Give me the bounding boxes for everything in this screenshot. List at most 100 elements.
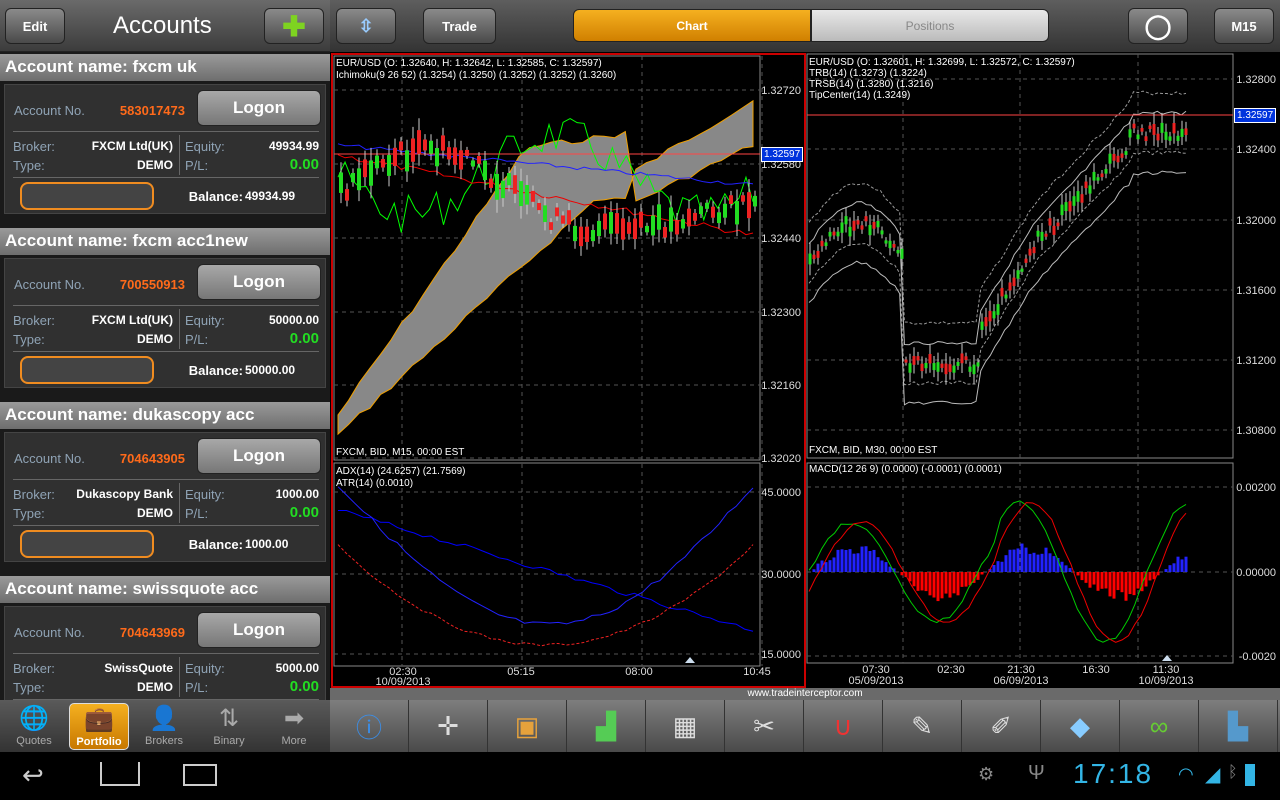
chart-building-tool-button[interactable]: ▙	[1199, 700, 1278, 752]
candle	[832, 231, 836, 236]
nav-quotes[interactable]: 🌐 Quotes	[4, 703, 64, 750]
x-tick: 02:30	[937, 664, 965, 676]
candle	[375, 155, 379, 169]
atr-info: ATR(14) (0.0010)	[336, 478, 414, 489]
tab-positions[interactable]: Positions	[811, 9, 1049, 42]
account-no: 583017473	[119, 103, 185, 118]
candle	[711, 206, 715, 218]
account-action-button[interactable]	[20, 530, 154, 558]
macd-histogram-bar	[1164, 569, 1168, 572]
broker-label: Broker:	[13, 139, 55, 154]
candle	[936, 362, 940, 372]
nav-label: Portfolio	[76, 736, 122, 748]
pencil-ruler-tool-button[interactable]: ✎	[883, 700, 962, 752]
crosshair-tool-button[interactable]: ✛	[409, 700, 488, 752]
macd-histogram-bar	[1176, 556, 1180, 572]
macd-histogram-bar	[1108, 572, 1112, 597]
recent-apps-icon[interactable]	[183, 764, 217, 786]
equity: 49934.99	[268, 139, 319, 153]
tab-chart[interactable]: Chart	[573, 9, 811, 42]
grid-icon: ▦	[672, 710, 698, 741]
candle	[1140, 128, 1144, 132]
nav-more[interactable]: ➡ More	[264, 703, 324, 750]
magnet-icon: ∪	[833, 710, 853, 741]
account-action-button[interactable]	[20, 356, 154, 384]
edit-button[interactable]: Edit	[5, 8, 65, 44]
candle	[1160, 122, 1164, 133]
broker-label: Broker:	[13, 313, 55, 328]
candle	[657, 204, 661, 230]
account-card: Account name: fxcm uk Account No. 583017…	[0, 54, 330, 228]
pl-value: 0.00	[289, 504, 319, 521]
pl-label: P/L:	[185, 680, 209, 695]
magnet-tool-button[interactable]: ∪	[804, 700, 883, 752]
logon-button[interactable]: Logon	[197, 264, 321, 300]
candle	[1060, 204, 1064, 216]
eraser-tool-button[interactable]: ◆	[1041, 700, 1120, 752]
candle	[609, 212, 613, 234]
account-details: Account No. 700550913 Logon Broker: FXCM…	[4, 258, 326, 388]
candle	[453, 147, 457, 165]
candle	[1156, 133, 1160, 141]
logon-button[interactable]: Logon	[197, 438, 321, 474]
macd-histogram-bar	[1044, 547, 1048, 572]
candle	[1112, 153, 1116, 161]
macd-histogram-bar	[964, 572, 968, 587]
refresh-button[interactable]: ◯	[1128, 8, 1188, 44]
macd-info: MACD(12 26 9) (0.0000) (-0.0001) (0.0001…	[809, 464, 1002, 475]
logon-button[interactable]: Logon	[197, 612, 321, 648]
grid-tool-button[interactable]: ▦	[646, 700, 725, 752]
pencil-tool-button[interactable]: ✐	[962, 700, 1041, 752]
candle	[848, 226, 852, 237]
macd-histogram-bar	[924, 572, 928, 592]
tools-tool-button[interactable]: ✂	[725, 700, 804, 752]
di-line	[337, 486, 754, 625]
macd-histogram-bar	[920, 572, 924, 591]
type-label: Type:	[13, 332, 45, 347]
candle	[513, 175, 517, 194]
macd-histogram-bar	[1084, 572, 1088, 583]
nav-binary[interactable]: ⇅ Binary	[199, 703, 259, 750]
home-icon[interactable]	[100, 762, 140, 786]
candle	[435, 148, 439, 167]
link-tool-button[interactable]: ∞	[1120, 700, 1199, 752]
type-label: Type:	[13, 506, 45, 521]
candle	[912, 356, 916, 365]
candle	[1052, 225, 1056, 235]
nav-brokers[interactable]: 👤 Brokers	[134, 703, 194, 750]
nav-portfolio[interactable]: 💼 Portfolio	[69, 703, 129, 750]
chart-left[interactable]: 1.32720 1.32580 1.32440 1.32300 1.32160 1.320…	[331, 53, 806, 688]
candle	[381, 159, 385, 168]
timeframe-button[interactable]: M15	[1214, 8, 1274, 44]
nav-label: More	[281, 735, 307, 747]
account-action-button[interactable]	[20, 182, 154, 210]
macd-histogram-bar	[1012, 549, 1016, 572]
back-icon[interactable]: ↩	[22, 760, 44, 791]
frame-tool-button[interactable]: ▣	[488, 700, 567, 752]
macd-histogram-bar	[1096, 572, 1100, 591]
macd-histogram-bar	[956, 572, 960, 596]
type-label: Type:	[13, 158, 45, 173]
candle	[876, 220, 880, 228]
trade-button[interactable]: Trade	[423, 8, 496, 44]
chart-right[interactable]: 1.32800 1.32400 1.32000 1.31600 1.31200 1.308…	[806, 53, 1280, 688]
accounts-list[interactable]: Account name: fxcm uk Account No. 583017…	[0, 52, 330, 700]
bar-chart-tool-button[interactable]: ▟	[567, 700, 646, 752]
add-account-button[interactable]: ✚	[264, 8, 324, 44]
x-date: 10/09/2013	[375, 676, 430, 686]
macd-histogram-bar	[928, 572, 932, 596]
candle	[856, 220, 860, 225]
candle	[477, 155, 481, 164]
chart-right-canvas[interactable]: 1.32800 1.32400 1.32000 1.31600 1.31200 1.308…	[806, 53, 1280, 688]
chart-left-canvas[interactable]: 1.327201.325801.324401.323001.321601.320…	[333, 55, 804, 686]
website-link[interactable]: www.tradeinterceptor.com	[330, 688, 1280, 700]
y-tick: 1.32400	[1236, 144, 1276, 156]
chart-footer: FXCM, BID, M30, 00:00 EST	[809, 445, 938, 456]
candle	[669, 207, 673, 232]
macd-histogram-bar	[884, 562, 888, 572]
chart-move-button[interactable]: ⇳	[336, 8, 396, 44]
logon-button[interactable]: Logon	[197, 90, 321, 126]
candle	[1056, 222, 1060, 227]
info-tool-button[interactable]: ⓘ	[330, 700, 409, 752]
equity-label: Equity:	[185, 313, 225, 328]
